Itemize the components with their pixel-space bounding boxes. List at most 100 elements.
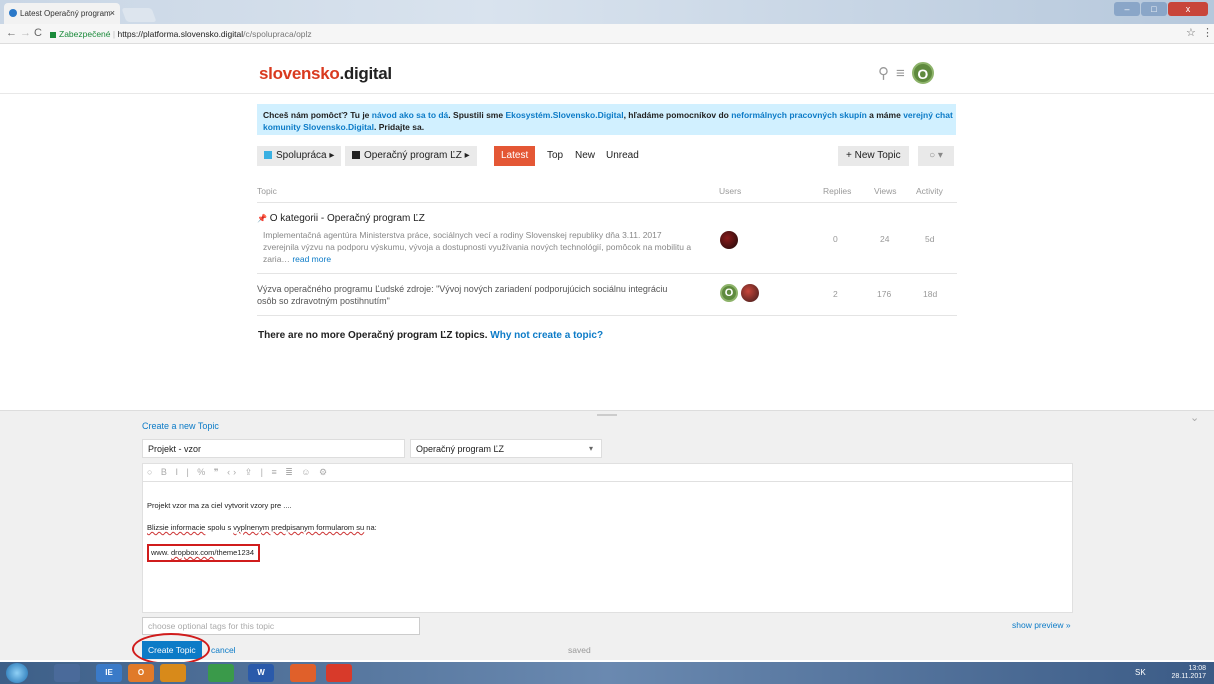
browser-menu-icon[interactable]: ⋮ (1202, 26, 1213, 39)
highlighted-link-text: www. dropbox.com/theme1234 (147, 544, 260, 562)
new-topic-label: New Topic (854, 150, 901, 161)
collapse-icon[interactable]: ⌄ (1190, 411, 1199, 424)
forward-icon[interactable]: → (20, 27, 31, 39)
topic-title-text: O kategorii - Operačný program ĽZ (269, 213, 425, 224)
taskbar-app-icon[interactable]: O (128, 664, 154, 682)
language-indicator[interactable]: SK (1135, 668, 1146, 677)
col-views[interactable]: Views (874, 186, 897, 196)
caret-right-icon: ▸ (329, 150, 335, 161)
editor-text: Blizsie informacie (147, 523, 206, 532)
col-topic: Topic (257, 186, 277, 196)
composer-heading: Create a new Topic (142, 421, 219, 431)
views-count: 24 (880, 234, 890, 244)
category-select[interactable]: Operačný program ĽZ ▾ (410, 439, 602, 458)
tab-new[interactable]: New (575, 150, 595, 161)
info-banner: Chceš nám pomôcť? Tu je návod ako sa to … (257, 104, 956, 135)
taskbar-app-icon[interactable] (54, 664, 80, 682)
divider (257, 202, 957, 203)
taskbar-app-icon[interactable] (208, 664, 234, 682)
tags-input[interactable]: choose optional tags for this topic (142, 617, 420, 635)
col-users: Users (719, 186, 742, 196)
show-preview-link[interactable]: show preview » (1012, 620, 1071, 630)
col-activity[interactable]: Activity (916, 186, 943, 196)
user-avatar[interactable] (720, 231, 738, 249)
editor-toolbar[interactable]: ○ B I | % ❞ ‹› ⇪ | ≡ ≣ ☺ ⚙ (142, 463, 1073, 481)
category-color-icon (352, 151, 360, 159)
tab-top[interactable]: Top (547, 150, 563, 161)
replies-count: 0 (833, 234, 838, 244)
editor-line: Blizsie informacie spolu s vyplnenym pre… (147, 522, 1068, 534)
plus-icon: + (846, 150, 852, 161)
taskbar: IE O W SK 13:08 28.11.2017 (0, 662, 1214, 684)
read-more-link[interactable]: read more (292, 254, 331, 264)
tab-close-icon[interactable]: × (110, 8, 115, 18)
clock[interactable]: 13:08 28.11.2017 (1171, 665, 1206, 681)
taskbar-app-icon[interactable]: IE (96, 664, 122, 682)
banner-link-ecosystem[interactable]: Ekosystém.Slovensko.Digital (505, 110, 623, 120)
banner-link-groups[interactable]: neformálnych pracovných skupín (731, 110, 867, 120)
resize-grip[interactable] (597, 414, 617, 416)
tab-unread[interactable]: Unread (606, 150, 639, 161)
logo-part-1: slovensko (259, 64, 340, 83)
editor-text: na: (364, 523, 377, 532)
saved-status: saved (568, 645, 591, 655)
taskbar-app-icon[interactable]: W (248, 664, 274, 682)
minimize-icon[interactable]: – (1114, 2, 1140, 16)
col-replies[interactable]: Replies (823, 186, 851, 196)
topic-title-input[interactable]: Projekt - vzor (142, 439, 405, 458)
no-more-topics: There are no more Operačný program ĽZ to… (258, 330, 603, 341)
url-field[interactable]: Zabezpečené | https://platforma.slovensk… (50, 27, 1180, 41)
user-avatar[interactable]: O (720, 284, 738, 302)
post-editor[interactable]: Projekt vzor ma za ciel vytvorit vzory p… (142, 481, 1073, 613)
category-dropdown-spolupraca[interactable]: Spolupráca ▸ (257, 146, 342, 166)
category-label: Operačný program ĽZ (364, 150, 462, 161)
new-topic-button[interactable]: + New Topic (838, 146, 909, 166)
close-window-icon[interactable]: x (1168, 2, 1208, 16)
site-logo[interactable]: slovensko.digital (259, 64, 392, 84)
taskbar-app-icon[interactable] (160, 664, 186, 682)
create-topic-link[interactable]: Why not create a topic? (490, 330, 603, 341)
category-dropdown-oplz[interactable]: Operačný program ĽZ ▸ (345, 146, 477, 166)
address-bar: ← → C Zabezpečené | https://platforma.sl… (0, 24, 1214, 44)
taskbar-app-icon[interactable] (326, 664, 352, 682)
topic-title[interactable]: Výzva operačného programu Ľudské zdroje:… (257, 283, 687, 307)
topic-excerpt: Implementačná agentúra Ministerstva prác… (263, 229, 693, 265)
composer-panel: ⌄ Create a new Topic Projekt - vzor Oper… (0, 410, 1214, 665)
start-button-icon[interactable] (6, 663, 28, 683)
back-icon[interactable]: ← (6, 27, 17, 39)
logo-part-2: .digital (339, 64, 392, 83)
clock-date: 28.11.2017 (1171, 673, 1206, 680)
topic-title[interactable]: 📌 O kategorii - Operačný program ĽZ (257, 213, 425, 224)
notification-level-button[interactable]: ○ ▾ (918, 146, 954, 166)
pin-icon: 📌 (257, 214, 267, 223)
editor-text: dropbox.com (171, 548, 215, 557)
bookmark-star-icon[interactable]: ☆ (1186, 26, 1196, 39)
maximize-icon[interactable]: □ (1141, 2, 1167, 16)
user-avatar[interactable] (741, 284, 759, 302)
caret-right-icon: ▸ (464, 150, 470, 161)
banner-link-guide[interactable]: návod ako sa to dá (372, 110, 449, 120)
banner-text: Chceš nám pomôcť? Tu je (263, 110, 372, 120)
category-color-icon (264, 151, 272, 159)
activity-age[interactable]: 18d (923, 289, 937, 299)
hamburger-menu-icon[interactable]: ≡ (896, 65, 905, 82)
user-avatar[interactable]: O (911, 62, 934, 84)
editor-line: www. dropbox.com/theme1234 (147, 544, 1068, 562)
editor-text: www. (151, 548, 172, 557)
lock-icon (50, 31, 56, 38)
cancel-link[interactable]: cancel (211, 645, 236, 655)
window-controls: – □ x (1114, 2, 1208, 16)
activity-age[interactable]: 5d (925, 234, 934, 244)
taskbar-app-icon[interactable] (290, 664, 316, 682)
url-path: /c/spolupraca/oplz (243, 29, 312, 39)
browser-tab[interactable]: Latest Operačný program × (4, 3, 120, 24)
new-tab-button[interactable] (121, 8, 157, 22)
search-icon[interactable]: ⚲ (878, 64, 889, 82)
divider (257, 315, 957, 316)
reload-icon[interactable]: C (34, 27, 42, 39)
replies-count: 2 (833, 289, 838, 299)
site-header: slovensko.digital ⚲ ≡ O (0, 44, 1214, 94)
views-count: 176 (877, 289, 892, 299)
divider (257, 273, 957, 274)
tab-latest[interactable]: Latest (494, 146, 536, 166)
